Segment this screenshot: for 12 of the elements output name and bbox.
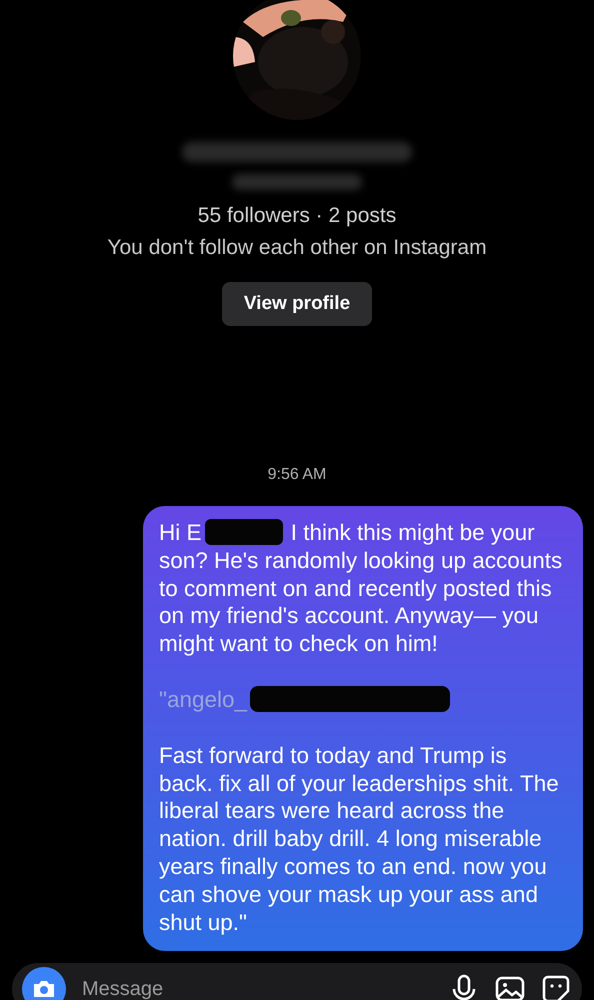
message-composer[interactable]: Message <box>12 963 582 1000</box>
camera-button[interactable] <box>22 967 66 1000</box>
quoted-username: "angelo_ <box>159 686 248 714</box>
camera-icon <box>32 979 56 1000</box>
follower-stats: 55 followers · 2 posts <box>198 204 396 228</box>
sticker-icon[interactable] <box>540 973 572 1000</box>
message-field[interactable]: Message <box>80 976 434 1000</box>
timestamp: 9:56 AM <box>268 466 326 484</box>
view-profile-button[interactable]: View profile <box>222 282 372 326</box>
message-text: Hi E I think this might be your son? He's randomly looking up accounts to comment on and recently posted this on my friend's account. Anyway— you might want to check on him! <box>159 519 564 658</box>
follow-status: You don't follow each other on Instagram <box>107 236 487 260</box>
message-text: Fast forward to today and Trump is back. fix all of your leaderships shit. The liberal tears were heard across the nation. drill baby drill. 4 long miserable years finally comes to an end. now you can shove your mask up your ass and shut up." <box>159 742 560 936</box>
